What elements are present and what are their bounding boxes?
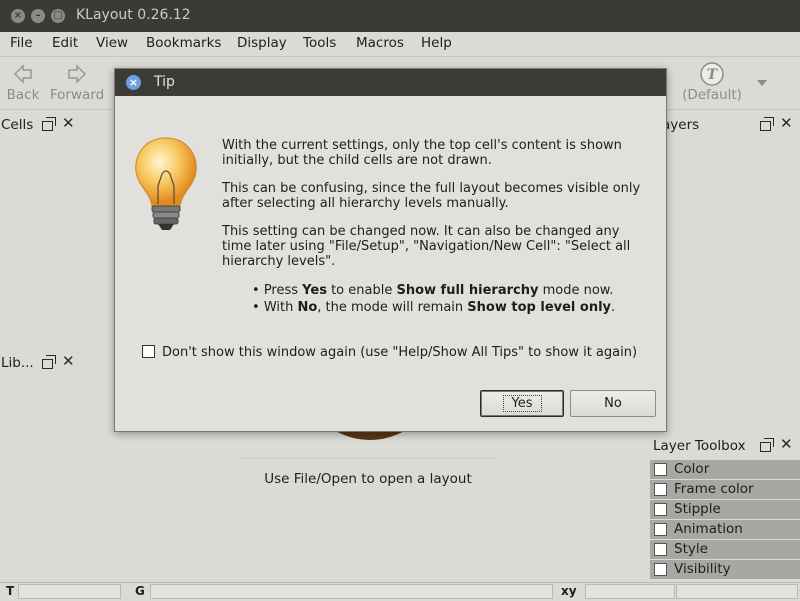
menu-view[interactable]: View (96, 35, 128, 51)
status-g-field (150, 584, 553, 599)
bullet-text: mode now. (538, 283, 614, 298)
bullet-bold: No (297, 300, 318, 315)
dialog-close-icon[interactable]: × (126, 75, 141, 90)
back-arrow-icon (13, 64, 32, 84)
bullet-text: Press (263, 283, 303, 298)
toolbox-checkbox[interactable] (654, 543, 667, 556)
toolbox-item-label: Visibility (674, 561, 731, 577)
yes-button[interactable]: Yes (480, 390, 564, 417)
status-y-field (676, 584, 798, 599)
libraries-close-icon[interactable]: ✕ (62, 352, 75, 370)
toolbox-item-label: Animation (674, 521, 743, 537)
toolbox-item-label: Frame color (674, 481, 754, 497)
cells-dock-title: Cells (1, 117, 34, 133)
bullet-text: With (263, 300, 298, 315)
forward-arrow-icon (68, 64, 87, 84)
bullet-text: , the mode will remain (317, 300, 468, 315)
toolbox-item-label: Stipple (674, 501, 721, 517)
toolbox-item-animation[interactable]: Animation (650, 520, 800, 539)
back-button[interactable]: Back (0, 57, 53, 107)
cells-float-icon[interactable] (42, 117, 56, 131)
menu-display[interactable]: Display (237, 35, 287, 51)
dialog-titlebar: × Tip (115, 69, 666, 96)
layers-dock-title: ayers (662, 117, 700, 133)
toolbox-item-stipple[interactable]: Stipple (650, 500, 800, 519)
no-button-label: No (604, 396, 622, 411)
status-x-field (585, 584, 675, 599)
dont-show-again-row[interactable]: Don't show this window again (use "Help/… (142, 345, 637, 360)
window-titlebar: × – □ KLayout 0.26.12 (0, 0, 800, 32)
menu-file[interactable]: File (10, 35, 33, 51)
layer-toolbox: Color Frame color Stipple Animation Styl… (650, 460, 800, 580)
layers-float-icon[interactable] (760, 117, 774, 131)
toolbox-item-label: Color (674, 461, 710, 477)
tip-dialog: × Tip With the current settings, only th… (114, 68, 667, 432)
bullet-text: to enable (326, 283, 397, 298)
toolbox-checkbox[interactable] (654, 563, 667, 576)
bullet-bold: Show top level only (467, 300, 612, 315)
forward-button[interactable]: Forward (47, 57, 107, 107)
toolbox-item-style[interactable]: Style (650, 540, 800, 559)
tip-paragraph-2: This can be confusing, since the full la… (222, 181, 641, 211)
dropdown-arrow-icon[interactable] (756, 79, 768, 87)
text-style-icon: T (700, 62, 724, 86)
tip-bullets: • Press Yes to enable Show full hierarch… (252, 282, 647, 316)
close-window-icon[interactable]: × (11, 9, 25, 23)
tip-bullet-yes: • Press Yes to enable Show full hierarch… (252, 283, 614, 298)
layer-toolbox-float-icon[interactable] (760, 438, 774, 452)
bullet-bold: Show full hierarchy (396, 283, 539, 298)
toolbox-checkbox[interactable] (654, 463, 667, 476)
bullet-text: . (611, 300, 616, 315)
layer-toolbox-close-icon[interactable]: ✕ (780, 435, 793, 453)
yes-button-label: Yes (502, 395, 542, 412)
toolbox-item-visibility[interactable]: Visibility (650, 560, 800, 579)
menu-edit[interactable]: Edit (52, 35, 78, 51)
status-xy-label: xy (561, 584, 577, 598)
menu-help[interactable]: Help (421, 35, 452, 51)
menu-macros[interactable]: Macros (356, 35, 404, 51)
default-style-button[interactable]: T (Default) (682, 57, 742, 107)
layers-close-icon[interactable]: ✕ (780, 114, 793, 132)
layer-toolbox-title: Layer Toolbox (653, 438, 746, 454)
libraries-float-icon[interactable] (42, 355, 56, 369)
dialog-message: With the current settings, only the top … (222, 138, 647, 316)
toolbox-checkbox[interactable] (654, 523, 667, 536)
svg-text:T: T (707, 67, 719, 83)
no-button[interactable]: No (570, 390, 656, 417)
statusbar: T G xy (0, 582, 800, 601)
default-style-label: (Default) (682, 87, 742, 103)
back-label: Back (6, 87, 40, 103)
dont-show-again-checkbox[interactable] (142, 345, 155, 358)
tip-bullet-no: • With No, the mode will remain Show top… (252, 300, 616, 315)
toolbox-checkbox[interactable] (654, 483, 667, 496)
dont-show-again-label: Don't show this window again (use "Help/… (162, 345, 638, 360)
status-g-label: G (135, 584, 145, 598)
bullet-bold: Yes (302, 283, 327, 298)
toolbox-item-frame-color[interactable]: Frame color (650, 480, 800, 499)
cells-close-icon[interactable]: ✕ (62, 114, 75, 132)
lightbulb-icon (135, 137, 197, 230)
dialog-title: Tip (154, 74, 175, 90)
toolbox-item-color[interactable]: Color (650, 460, 800, 479)
status-t-label: T (6, 584, 15, 598)
menu-bookmarks[interactable]: Bookmarks (146, 35, 221, 51)
minimize-window-icon[interactable]: – (31, 9, 45, 23)
tip-paragraph-3: This setting can be changed now. It can … (222, 224, 631, 269)
toolbox-checkbox[interactable] (654, 503, 667, 516)
menu-tools[interactable]: Tools (303, 35, 336, 51)
open-layout-hint: Use File/Open to open a layout (240, 458, 496, 487)
menubar: File Edit View Bookmarks Display Tools M… (0, 32, 800, 57)
forward-label: Forward (49, 87, 105, 103)
window-title: KLayout 0.26.12 (76, 7, 191, 23)
maximize-window-icon[interactable]: □ (51, 9, 65, 23)
toolbox-item-label: Style (674, 541, 708, 557)
status-t-field (18, 584, 121, 599)
tip-paragraph-1: With the current settings, only the top … (222, 138, 622, 168)
libraries-dock-title: Lib... (1, 355, 34, 371)
